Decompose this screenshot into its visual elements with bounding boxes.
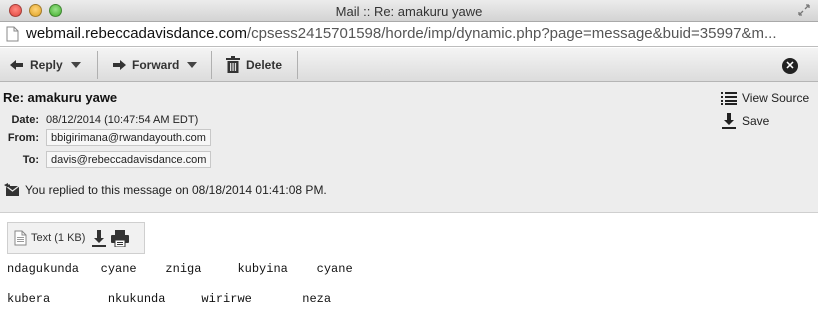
reply-dropdown-caret-icon[interactable] [70,61,81,68]
trash-icon [226,56,240,73]
attachment-item: Text (1 KB) [7,222,145,254]
view-source-label: View Source [742,91,810,105]
from-label: From: [7,132,39,144]
forward-label: Forward [132,57,180,72]
reply-button[interactable]: Reply [10,48,81,81]
reply-arrow-icon [10,59,23,70]
message-body-line: ndagukunda cyane zniga kubyina cyane [7,262,353,276]
replied-notice: You replied to this message on 08/18/201… [4,183,327,197]
forward-arrow-icon [113,59,126,70]
save-link[interactable]: Save [721,113,769,129]
fullscreen-icon[interactable] [798,4,810,16]
toolbar-divider [211,51,212,79]
download-icon [722,113,736,129]
toolbar-divider [297,51,298,79]
message-toolbar: Reply Forward Delete ✕ [0,48,818,82]
list-icon [721,92,737,105]
view-source-link[interactable]: View Source [721,91,809,105]
window-titlebar: Mail :: Re: amakuru yawe [0,0,818,22]
replied-notice-text: You replied to this message on 08/18/201… [25,183,327,197]
to-label: To: [22,154,39,166]
window-title: Mail :: Re: amakuru yawe [335,4,483,19]
url-path: /cpsess2415701598/horde/imp/dynamic.php?… [246,25,777,42]
close-message-icon[interactable]: ✕ [782,58,798,74]
toolbar-divider [97,51,98,79]
forward-dropdown-caret-icon[interactable] [187,61,198,68]
delete-label: Delete [246,57,283,72]
url-host: webmail.rebeccadavisdance.com [26,25,247,42]
from-address[interactable]: bbigirimana@rwandayouth.com [46,129,211,146]
message-subject: Re: amakuru yawe [3,90,118,105]
date-value: 08/12/2014 (10:47:54 AM EDT) [46,114,199,126]
url-text[interactable]: webmail.rebeccadavisdance.com/cpsess2415… [26,25,777,42]
delete-button[interactable]: Delete [226,48,282,81]
address-bar[interactable]: webmail.rebeccadavisdance.com/cpsess2415… [0,22,818,47]
forward-button[interactable]: Forward [112,48,198,81]
message-body-line: kubera nkukunda wirirwe neza [7,292,332,306]
text-file-icon [14,230,27,246]
save-label: Save [742,114,770,128]
replied-envelope-icon [4,183,20,196]
print-icon[interactable] [111,229,130,247]
page-icon [6,26,19,42]
attachment-label[interactable]: Text (1 KB) [31,232,85,244]
to-address[interactable]: davis@rebeccadavisdance.com [46,151,212,168]
download-icon[interactable] [91,229,107,247]
message-header: Re: amakuru yawe Date: 08/12/2014 (10:47… [0,82,818,213]
date-label: Date: [11,114,39,126]
reply-label: Reply [30,57,63,72]
